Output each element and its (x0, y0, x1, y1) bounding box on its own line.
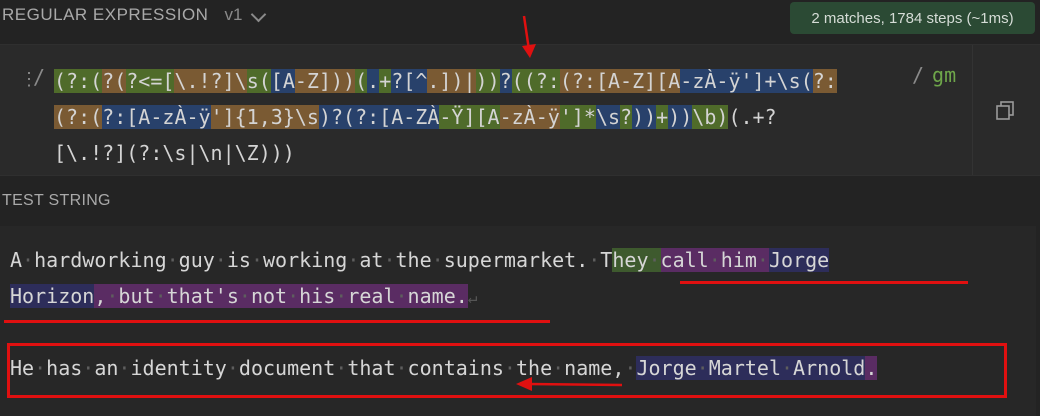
version-selector[interactable]: v1 (224, 5, 267, 25)
regex-flags[interactable]: / gm (912, 63, 956, 87)
regex-token: ) (318, 105, 331, 129)
annotation-underline-1 (680, 281, 968, 284)
regex-token: ? (499, 69, 512, 93)
regex-token: s( (246, 69, 271, 93)
regex-close-delimiter: / (912, 63, 925, 87)
newline-marker: ↵ (467, 288, 478, 307)
flags-value[interactable]: gm (932, 63, 956, 87)
regex-editor[interactable]: ⋮ / (?:(?(?<=[\.!?]\s([A-Z]))(.+?[^.])|)… (0, 44, 1040, 176)
regex-token: . (367, 69, 380, 93)
regex-token: ']* (559, 105, 596, 129)
regex-token: }\s (282, 105, 319, 129)
regex-token: - (439, 105, 452, 129)
regex-token: :[A-z (114, 105, 175, 129)
regex-token: - (680, 69, 693, 93)
match-highlight: Horizon (10, 284, 95, 308)
match-highlight: Jorge (768, 248, 830, 272)
regex-token: + (379, 69, 392, 93)
regex-token: ) (487, 69, 500, 93)
copy-icon[interactable] (996, 101, 1014, 121)
regex-token: .])| (427, 69, 476, 93)
regex-token: \s (595, 105, 621, 129)
regex-token: ?[^ (391, 69, 428, 93)
regex-token: \.!?]\ (174, 69, 247, 93)
annotation-arrow-down (522, 15, 536, 58)
regex-token: ÿ']+ (728, 69, 777, 93)
regex-token: \s( (776, 69, 813, 93)
regex-token: A-Z][A (608, 69, 681, 93)
regex-token: À-ÿ (174, 105, 211, 129)
annotation-underline-2 (4, 320, 550, 323)
regex-token: \b) (692, 105, 729, 129)
test-line-2: Horizon,·but·that's·not·his·real·name.↵ (10, 278, 477, 314)
regex-token: ZÀ (415, 105, 440, 129)
regex-token: (?: (559, 69, 596, 93)
regex-token: ?<=[ (126, 69, 175, 93)
match-highlight: hey· (612, 248, 661, 272)
regex-token: ?( (102, 69, 127, 93)
regex-token: [A- (379, 105, 416, 129)
regex-token: [A (270, 69, 295, 93)
regex-token: )) (668, 105, 693, 129)
annotation-arrow-left (516, 377, 623, 391)
chevron-down-icon (250, 6, 267, 23)
test-line-1: A·hardworking·guy·is·working·at·the·supe… (10, 242, 830, 278)
regex-token: [ (595, 69, 609, 93)
regex-pattern-input[interactable]: (?:(?(?<=[\.!?]\s([A-Z]))(.+?[^.])|))?((… (54, 63, 844, 171)
regex-token: ?(?: (330, 105, 380, 129)
regex-token: -Z])) (294, 69, 356, 93)
regex-token: )) (632, 105, 657, 129)
regex-header: REGULAR EXPRESSION v1 (2, 4, 267, 26)
regex-token: (?:( (54, 69, 103, 93)
regex-token: ? (102, 105, 115, 129)
regex-section-title: REGULAR EXPRESSION (2, 5, 209, 24)
text-segment: A·hardworking·guy·is·working·at·the·supe… (10, 248, 613, 272)
divider (972, 45, 973, 175)
regex-token: ) (475, 69, 488, 93)
regex-token: -zÀ-ÿ (499, 105, 560, 129)
regex-token: ']{1,3 (210, 105, 283, 129)
regex-open-delimiter: / (33, 65, 46, 89)
regex-token: zÀ- (692, 69, 729, 93)
version-label: v1 (224, 5, 243, 24)
regex-token: ( (355, 69, 368, 93)
regex-token: ((?: (511, 69, 560, 93)
match-status-badge: 2 matches, 1784 steps (~1ms) (790, 2, 1035, 34)
match-highlight: call·him· (660, 248, 769, 272)
annotation-box (7, 343, 1007, 398)
regex-token: ? (620, 105, 633, 129)
regex-token: Ÿ (451, 105, 464, 129)
test-string-title: TEST STRING (2, 192, 111, 209)
regex-token: ][A (463, 105, 500, 129)
match-highlight: ,·but·that's·not·his·real·name. (94, 284, 468, 308)
regex-token: + (656, 105, 669, 129)
